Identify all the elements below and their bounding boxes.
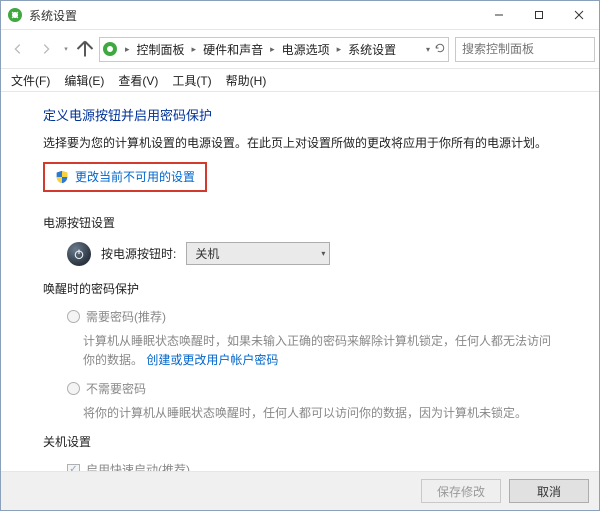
breadcrumb-item[interactable]: 系统设置 [346, 41, 398, 58]
content-area: 定义电源按钮并启用密码保护 选择要为您的计算机设置的电源设置。在此页上对设置所做… [1, 92, 599, 471]
checkbox-fast-startup: 启用快速启动(推荐) [67, 461, 557, 471]
radio-require-password-label: 需要密码(推荐) [86, 308, 166, 326]
chevron-down-icon[interactable]: ▾ [426, 45, 430, 54]
nav-history-dropdown[interactable]: ▾ [61, 45, 71, 53]
address-bar[interactable]: ▸ 控制面板 ▸ 硬件和声音 ▸ 电源选项 ▸ 系统设置 ▾ [99, 37, 449, 62]
search-box[interactable] [455, 37, 595, 62]
cancel-button[interactable]: 取消 [509, 479, 589, 503]
save-button[interactable]: 保存修改 [421, 479, 501, 503]
titlebar: 系统设置 [1, 1, 599, 30]
power-options-icon [7, 7, 23, 23]
power-button-action-value: 关机 [195, 245, 219, 263]
refresh-icon[interactable] [434, 42, 446, 57]
window-title: 系统设置 [29, 7, 479, 24]
crumb-sep-icon: ▸ [122, 44, 133, 55]
power-button-label: 按电源按钮时: [101, 245, 176, 263]
menu-tools[interactable]: 工具(T) [166, 70, 217, 91]
navbar: ▾ ▸ 控制面板 ▸ 硬件和声音 ▸ 电源选项 ▸ 系统设置 ▾ [1, 30, 599, 69]
window-controls [479, 1, 599, 29]
require-password-description: 计算机从睡眠状态唤醒时，如果未输入正确的密码来解除计算机锁定，任何人都无法访问你… [83, 332, 557, 370]
chevron-down-icon: ▾ [321, 248, 325, 260]
radio-no-password-label: 不需要密码 [86, 380, 146, 398]
no-password-description: 将你的计算机从睡眠状态唤醒时，任何人都可以访问你的数据，因为计算机未锁定。 [83, 404, 557, 423]
create-change-account-password-link[interactable]: 创建或更改用户帐户密码 [146, 353, 278, 367]
breadcrumb-item[interactable]: 电源选项 [280, 41, 332, 58]
menu-edit[interactable]: 编辑(E) [58, 70, 110, 91]
close-button[interactable] [559, 1, 599, 29]
radio-icon [67, 382, 80, 395]
search-input[interactable] [460, 41, 564, 57]
page-subdescription: 选择要为您的计算机设置的电源设置。在此页上对设置所做的更改将应用于你所有的电源计… [43, 134, 557, 152]
menu-help[interactable]: 帮助(H) [220, 70, 273, 91]
breadcrumb-item[interactable]: 控制面板 [135, 41, 187, 58]
section-shutdown-settings: 关机设置 [43, 433, 557, 451]
menu-file[interactable]: 文件(F) [5, 70, 56, 91]
breadcrumb-item[interactable]: 硬件和声音 [201, 41, 265, 58]
menu-view[interactable]: 查看(V) [112, 70, 164, 91]
menubar: 文件(F) 编辑(E) 查看(V) 工具(T) 帮助(H) [1, 69, 599, 92]
change-unavailable-settings-link[interactable]: 更改当前不可用的设置 [75, 168, 195, 186]
radio-no-password: 不需要密码 [67, 380, 557, 398]
crumb-sep-icon: ▸ [267, 44, 278, 55]
nav-back-button[interactable] [5, 36, 31, 62]
crumb-sep-icon: ▸ [334, 44, 345, 55]
radio-require-password: 需要密码(推荐) [67, 308, 557, 326]
maximize-button[interactable] [519, 1, 559, 29]
nav-up-button[interactable] [73, 37, 97, 61]
power-button-action-select[interactable]: 关机 ▾ [186, 242, 330, 265]
minimize-button[interactable] [479, 1, 519, 29]
crumb-sep-icon: ▸ [189, 44, 200, 55]
power-button-row: 按电源按钮时: 关机 ▾ [67, 242, 557, 266]
power-button-icon [67, 242, 91, 266]
page-heading: 定义电源按钮并启用密码保护 [43, 106, 557, 126]
checkbox-icon [67, 464, 80, 471]
checkbox-fast-startup-label: 启用快速启动(推荐) [86, 461, 190, 471]
change-unavailable-settings-highlight: 更改当前不可用的设置 [43, 162, 207, 192]
power-options-icon [102, 41, 118, 57]
nav-forward-button[interactable] [33, 36, 59, 62]
radio-icon [67, 310, 80, 323]
footer: 保存修改 取消 [1, 471, 599, 510]
section-wake-password: 唤醒时的密码保护 [43, 280, 557, 298]
section-power-button: 电源按钮设置 [43, 214, 557, 232]
window-root: 系统设置 ▾ ▸ 控制面板 [0, 0, 600, 511]
shield-icon [55, 170, 69, 184]
